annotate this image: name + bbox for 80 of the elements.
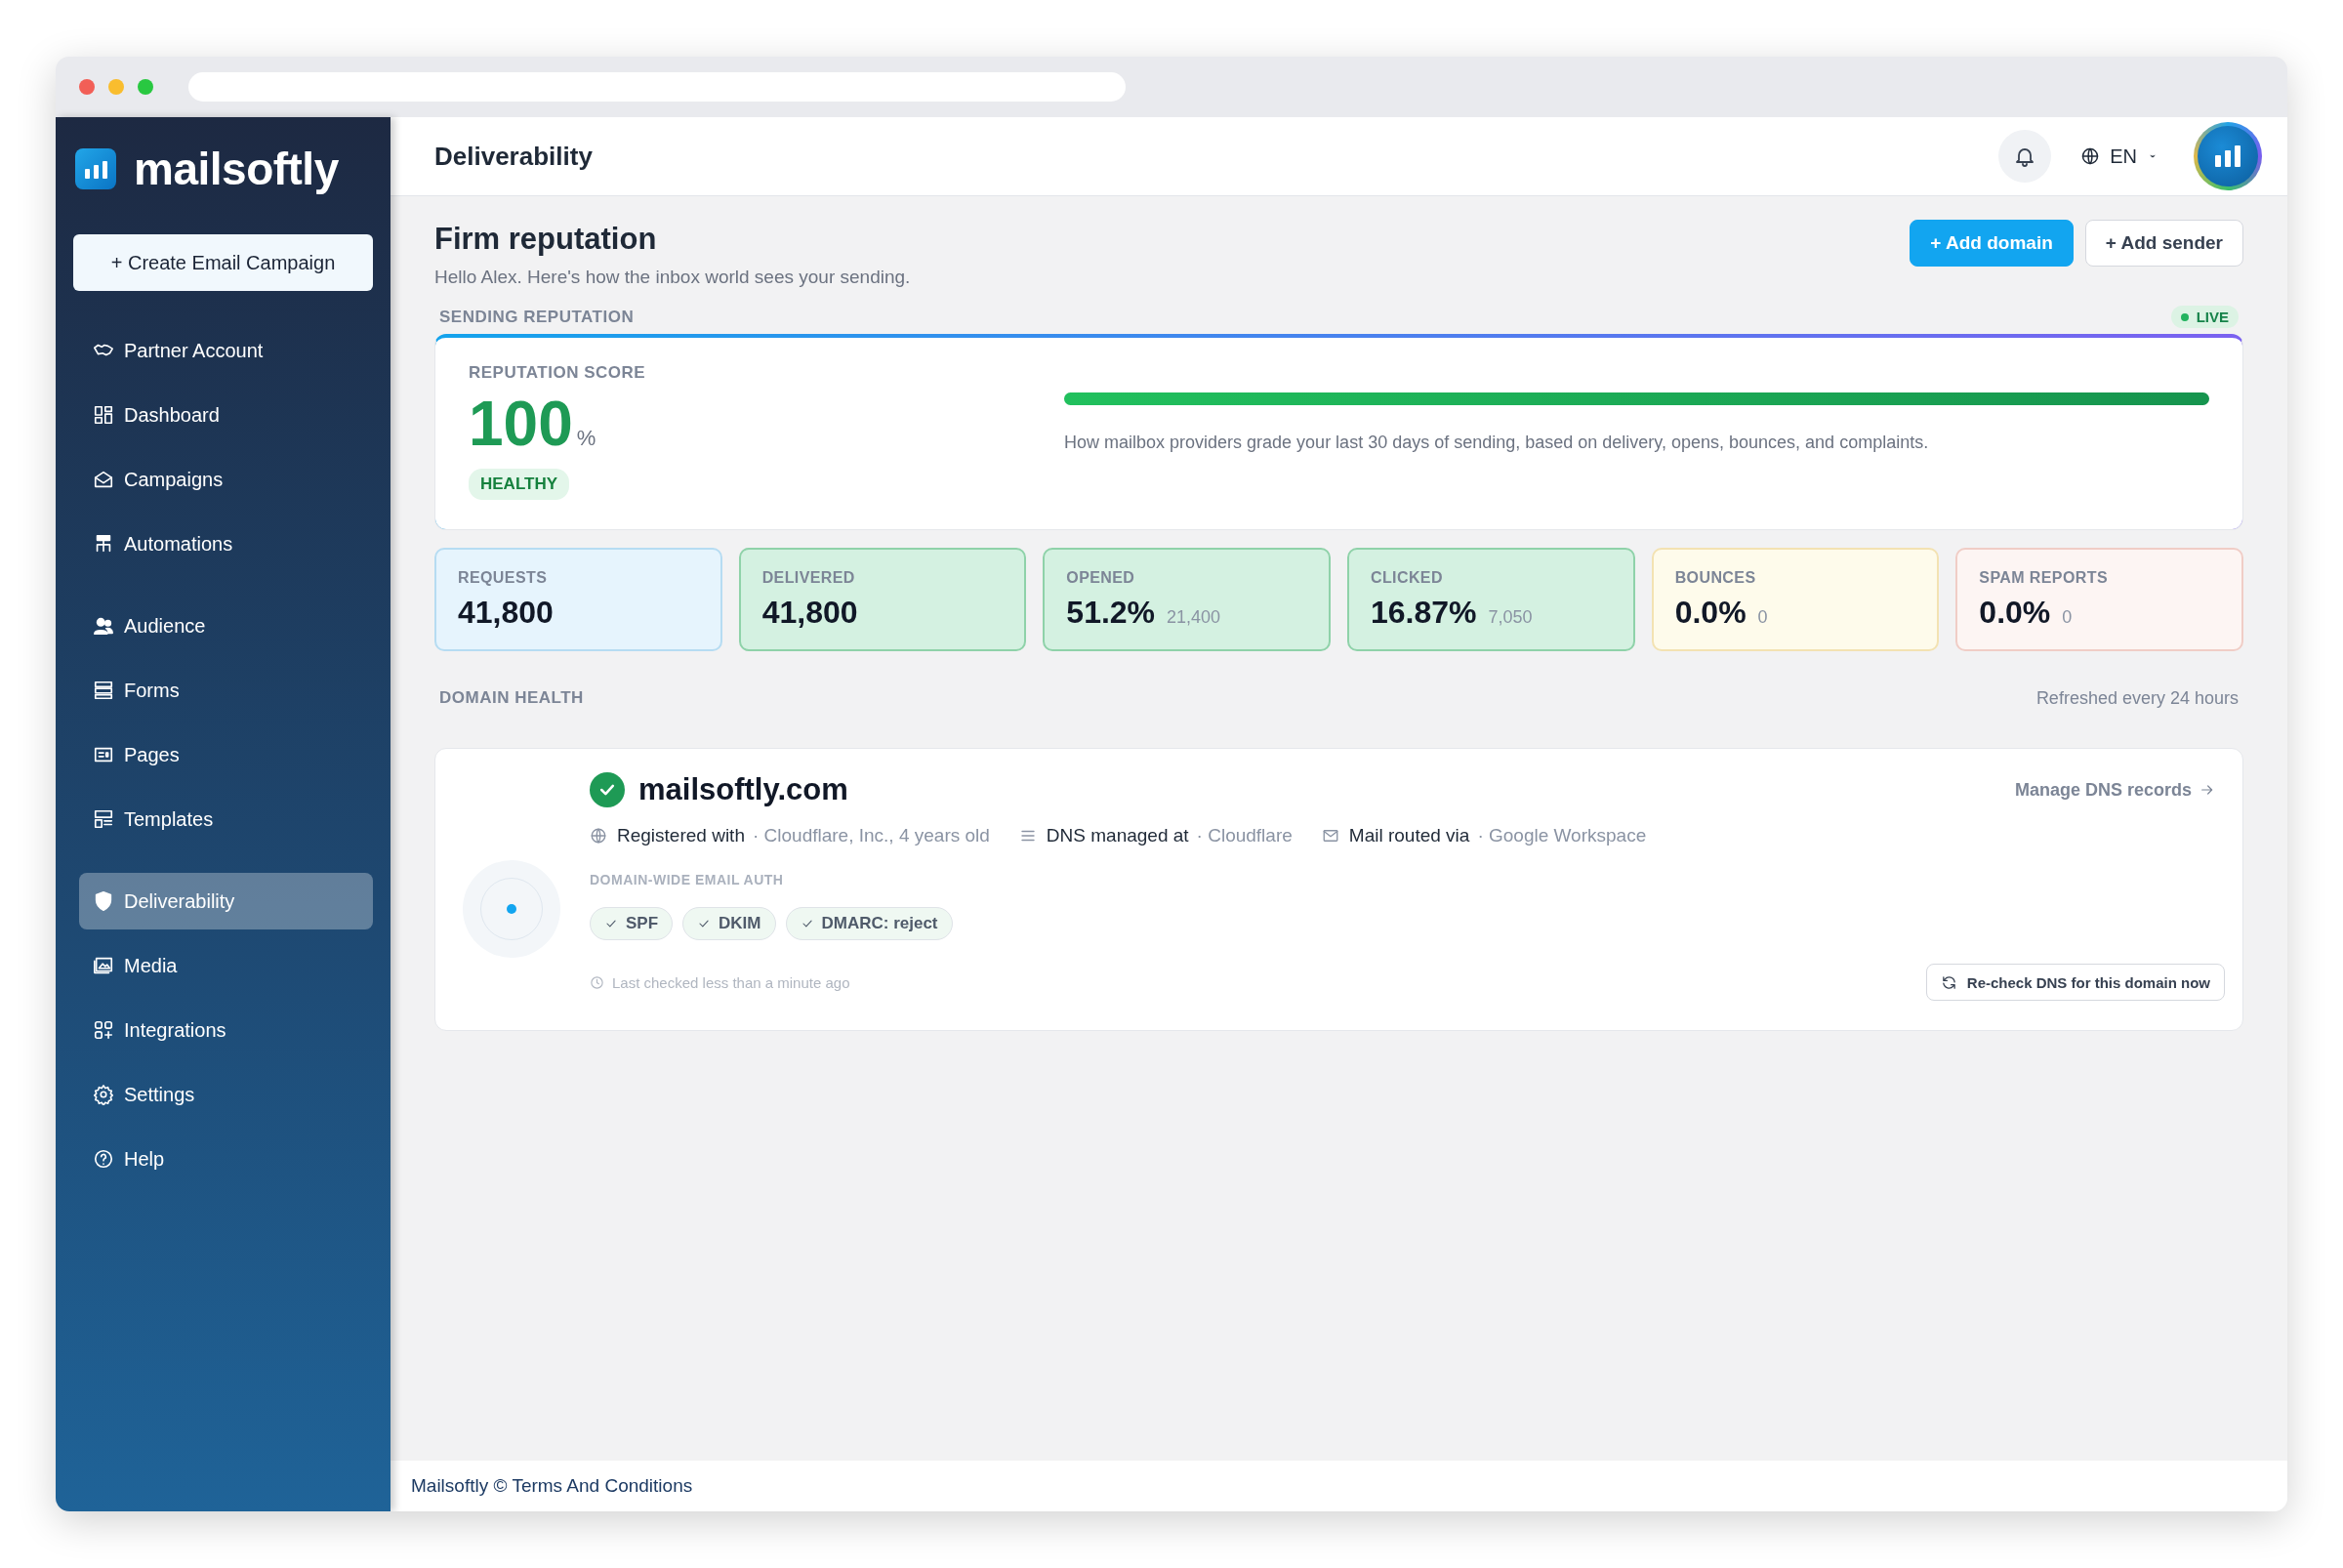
minimize-window-dot[interactable] bbox=[108, 79, 124, 95]
refresh-note: Refreshed every 24 hours bbox=[2035, 688, 2239, 709]
globe-icon bbox=[2080, 146, 2101, 166]
create-campaign-button[interactable]: + Create Email Campaign bbox=[73, 234, 373, 291]
stat-count: 7,050 bbox=[1488, 607, 1533, 628]
sidebar-item[interactable]: Settings bbox=[79, 1066, 373, 1123]
domain-name: mailsoftly.com bbox=[638, 772, 848, 807]
arrow-icon bbox=[2199, 782, 2215, 798]
score-value: 100 bbox=[469, 392, 573, 455]
envelope-icon bbox=[93, 469, 114, 490]
fact-label: Registered with bbox=[617, 825, 745, 846]
sidebar-item[interactable]: Help bbox=[79, 1131, 373, 1187]
clock-icon bbox=[590, 974, 604, 990]
stat-count: 0 bbox=[2062, 607, 2073, 628]
mail-icon bbox=[1321, 827, 1339, 845]
action-button[interactable]: + Add sender bbox=[2084, 220, 2243, 267]
stat-label: DELIVERED bbox=[761, 569, 856, 587]
sidebar-item[interactable]: Dashboard bbox=[79, 387, 373, 443]
stat-label: SPAM REPORTS bbox=[1979, 569, 2109, 587]
auth-label: DOMAIN-WIDE EMAIL AUTH bbox=[590, 872, 785, 887]
recheck-button[interactable]: Re-check DNS for this domain now bbox=[1925, 964, 2225, 1001]
description-text: How mailbox providers grade your last 30 days of sending, based on delivery, opens, bounces, and complaints. bbox=[1064, 433, 1930, 453]
sidebar-item[interactable]: Partner Account bbox=[79, 322, 373, 379]
close-window-dot[interactable] bbox=[79, 79, 95, 95]
stat-value: 0.0% bbox=[1674, 595, 1747, 631]
template-icon bbox=[93, 808, 114, 830]
logo-text: mailsoftly bbox=[134, 143, 339, 195]
manage-dns-link[interactable]: Manage DNS records bbox=[2014, 779, 2215, 801]
stat-label: BOUNCES bbox=[1674, 569, 1757, 587]
score-label: REPUTATION SCORE bbox=[469, 363, 647, 383]
fact-value: · Google Workspace bbox=[1477, 825, 1647, 846]
logo-icon bbox=[75, 148, 116, 189]
footer-text: Mailsoftly © Terms And Conditions bbox=[411, 1475, 693, 1497]
live-badge: LIVE bbox=[2170, 306, 2239, 328]
sidebar-item[interactable]: Media bbox=[79, 937, 373, 994]
sidebar-item[interactable]: Automations bbox=[79, 516, 373, 572]
fact-label: DNS managed at bbox=[1046, 825, 1189, 846]
stat-count: 0 bbox=[1757, 607, 1768, 628]
stat-value: 0.0% bbox=[1979, 595, 2051, 631]
help-icon bbox=[93, 1148, 114, 1170]
stat-label: CLICKED bbox=[1371, 569, 1444, 587]
grid-icon bbox=[93, 404, 114, 426]
refresh-icon bbox=[1940, 973, 1957, 991]
apps-icon bbox=[93, 1019, 114, 1041]
stat-value: 41,800 bbox=[761, 595, 858, 631]
page-title: Deliverability bbox=[434, 141, 594, 172]
fact-label: Mail routed via bbox=[1348, 825, 1470, 846]
status-badge: HEALTHY bbox=[469, 469, 569, 500]
shield-icon bbox=[93, 890, 114, 912]
stat-value: 16.87% bbox=[1371, 595, 1477, 631]
stat-value: 51.2% bbox=[1066, 595, 1156, 631]
sidebar-item[interactable]: Campaigns bbox=[79, 451, 373, 508]
sidebar-item[interactable]: Deliverability bbox=[79, 873, 373, 929]
form-icon bbox=[93, 680, 114, 701]
greeting-text: Hello Alex. Here's how the inbox world sees your sending. bbox=[434, 267, 911, 288]
maximize-window-dot[interactable] bbox=[138, 79, 153, 95]
settings-icon bbox=[93, 1084, 114, 1105]
auth-badge: DMARC: reject bbox=[785, 907, 953, 940]
stat-count: 21,400 bbox=[1167, 607, 1221, 628]
sidebar-item[interactable]: Audience bbox=[79, 598, 373, 654]
globe-icon bbox=[590, 827, 607, 845]
language-selector[interactable]: EN bbox=[2110, 144, 2137, 168]
last-checked-text: Last checked less than a minute ago bbox=[612, 973, 850, 991]
sidebar-item[interactable]: Forms bbox=[79, 662, 373, 719]
image-icon bbox=[93, 955, 114, 976]
sidebar-item[interactable]: Integrations bbox=[79, 1002, 373, 1058]
sidebar-item[interactable]: Pages bbox=[79, 726, 373, 783]
stat-value: 41,800 bbox=[458, 595, 554, 631]
fact-value: · Cloudflare bbox=[1196, 825, 1293, 846]
sidebar-item[interactable]: Templates bbox=[79, 791, 373, 847]
score-unit: % bbox=[576, 426, 596, 451]
section-label: SENDING REPUTATION bbox=[439, 307, 635, 327]
section-label: DOMAIN HEALTH bbox=[439, 688, 584, 709]
stat-label: REQUESTS bbox=[458, 569, 549, 587]
section-heading: Firm reputation bbox=[434, 222, 658, 257]
people-icon bbox=[93, 615, 114, 637]
auth-badge: SPF bbox=[590, 907, 674, 940]
fact-value: · Cloudflare, Inc., 4 years old bbox=[752, 825, 990, 846]
auth-badge: DKIM bbox=[682, 907, 776, 940]
stat-label: OPENED bbox=[1066, 569, 1136, 587]
